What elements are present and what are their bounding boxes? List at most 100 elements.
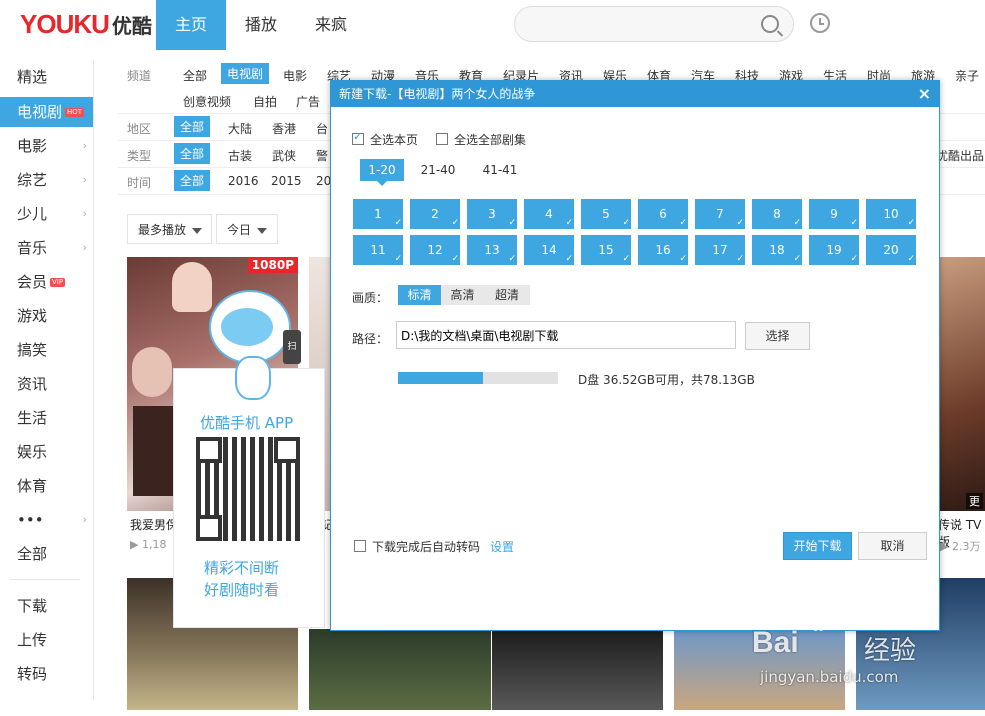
chevron-right-icon: › [82, 139, 87, 152]
channel-creative[interactable]: 创意视频 [183, 93, 231, 110]
quality-sd[interactable]: 标清 [398, 285, 441, 305]
episode-button[interactable]: 19 [809, 235, 859, 274]
sidebar-item-transcode[interactable]: 转码 [0, 659, 93, 689]
close-icon[interactable]: × [918, 81, 931, 107]
episode-button[interactable]: 5 [581, 199, 631, 238]
episode-button[interactable]: 6 [638, 199, 688, 238]
episode-button[interactable]: 8 [752, 199, 802, 238]
episode-button[interactable]: 9 [809, 199, 859, 238]
poster-title[interactable]: 我爱男保 [130, 516, 178, 533]
sidebar-item-vip[interactable]: 会员 VIP [0, 267, 93, 297]
poster-image[interactable] [309, 629, 491, 710]
region-hk[interactable]: 香港 [272, 120, 296, 137]
type-youku-original[interactable]: 优酷出品 [936, 147, 984, 164]
watermark-brand: Bai [752, 626, 799, 659]
sidebar-item-kids[interactable]: 少儿 › [0, 199, 93, 229]
episode-button[interactable]: 3 [467, 199, 517, 238]
start-download-button[interactable]: 开始下载 [783, 532, 852, 560]
time-all[interactable]: 全部 [174, 170, 211, 191]
sidebar-item-all[interactable]: 全部 [0, 539, 93, 569]
quality-uhd[interactable]: 超清 [484, 285, 530, 305]
tab-play[interactable]: 播放 [226, 0, 296, 50]
episode-button[interactable]: 11 [353, 235, 403, 274]
channel-item[interactable]: 全部 [183, 67, 207, 84]
episode-button[interactable]: 17 [695, 235, 745, 274]
sidebar-item-life[interactable]: 生活 [0, 403, 93, 433]
auto-transcode-checkbox[interactable] [354, 540, 366, 552]
period-dropdown[interactable]: 今日 [216, 214, 278, 244]
channel-ads[interactable]: 广告 [296, 93, 320, 110]
sidebar-item-upload[interactable]: 上传 [0, 625, 93, 655]
auto-transcode-label[interactable]: 下载完成后自动转码 [372, 538, 480, 555]
tab-home[interactable]: 主页 [156, 0, 226, 50]
episode-button[interactable]: 12 [410, 235, 460, 274]
region-mainland[interactable]: 大陆 [228, 120, 252, 137]
episode-button[interactable]: 15 [581, 235, 631, 274]
sort-dropdown[interactable]: 最多播放 [127, 214, 212, 244]
browse-button[interactable]: 选择 [745, 322, 810, 350]
more-label[interactable]: 更 [966, 493, 983, 509]
select-page-label[interactable]: 全选本页 [370, 131, 418, 148]
cancel-button[interactable]: 取消 [858, 532, 927, 560]
type-all[interactable]: 全部 [174, 143, 211, 164]
youku-logo[interactable]: YOUKU 优酷 [20, 9, 152, 40]
sidebar-item-sports[interactable]: 体育 [0, 471, 93, 501]
time-2014[interactable]: 20 [316, 174, 331, 188]
episode-button[interactable]: 7 [695, 199, 745, 238]
range-tab-21-40[interactable]: 21-40 [416, 159, 460, 181]
select-all-checkbox[interactable] [436, 133, 448, 145]
search-box[interactable] [514, 6, 794, 42]
channel-selfie[interactable]: 自拍 [253, 93, 277, 110]
episode-button[interactable]: 18 [752, 235, 802, 274]
sidebar-item-games[interactable]: 游戏 [0, 301, 93, 331]
episode-button[interactable]: 2 [410, 199, 460, 238]
sidebar-item-tv[interactable]: 电视剧 HOT [0, 97, 93, 127]
region-tw[interactable]: 台 [316, 120, 328, 137]
settings-link[interactable]: 设置 [490, 538, 514, 555]
quality-hd[interactable]: 高清 [441, 285, 484, 305]
watermark-brand2: 经验 [864, 636, 917, 666]
sidebar-item-news[interactable]: 资讯 [0, 369, 93, 399]
sidebar-item-download[interactable]: 下载 [0, 591, 93, 621]
sidebar-item-more[interactable]: ••• › [0, 505, 93, 535]
sidebar-item-funny[interactable]: 搞笑 [0, 335, 93, 365]
channel-item[interactable]: 电影 [283, 67, 307, 84]
path-input[interactable] [396, 321, 736, 349]
caret-down-icon [257, 227, 268, 234]
promo-line1: 精彩不间断 [204, 559, 280, 577]
history-clock-icon[interactable] [810, 13, 830, 33]
poster-image[interactable] [492, 629, 663, 710]
region-all[interactable]: 全部 [174, 116, 211, 137]
time-2015[interactable]: 2015 [271, 174, 302, 188]
filter-label-channel: 频道 [127, 69, 152, 83]
sidebar-item-featured[interactable]: 精选 [0, 62, 93, 92]
episode-button[interactable]: 10 [866, 199, 916, 238]
sidebar-item-entertainment[interactable]: 娱乐 [0, 437, 93, 467]
poster-image[interactable]: 更 [938, 257, 985, 511]
episode-button[interactable]: 4 [524, 199, 574, 238]
type-wuxia[interactable]: 武侠 [272, 147, 296, 164]
type-costume[interactable]: 古装 [228, 147, 252, 164]
channel-item[interactable]: 亲子 [955, 67, 979, 84]
sidebar-item-music[interactable]: 音乐 › [0, 233, 93, 263]
chevron-right-icon: › [82, 173, 87, 186]
episode-button[interactable]: 1 [353, 199, 403, 238]
sidebar-item-variety[interactable]: 综艺 › [0, 165, 93, 195]
sidebar: 精选 电视剧 HOT 电影 › 综艺 › 少儿 › 音乐 › 会员 VIP 游戏 搞笑 资讯… [0, 60, 94, 700]
select-page-checkbox[interactable] [352, 130, 364, 145]
tab-laifeng[interactable]: 来疯 [296, 0, 366, 50]
range-tab-41-41[interactable]: 41-41 [478, 159, 522, 181]
range-tab-1-20[interactable]: 1-20 [360, 159, 404, 186]
search-input[interactable] [529, 13, 763, 35]
type-police[interactable]: 警 [316, 147, 328, 164]
episode-button[interactable]: 14 [524, 235, 574, 274]
episode-button[interactable]: 20 [866, 235, 916, 274]
channel-item[interactable]: 电视剧 [221, 63, 270, 84]
episode-button[interactable]: 13 [467, 235, 517, 274]
episode-button[interactable]: 16 [638, 235, 688, 274]
promo-line2: 好剧随时看 [204, 581, 280, 599]
search-icon[interactable] [761, 15, 779, 33]
select-all-label[interactable]: 全选全部剧集 [454, 131, 526, 148]
time-2016[interactable]: 2016 [228, 174, 259, 188]
sidebar-item-movie[interactable]: 电影 › [0, 131, 93, 161]
